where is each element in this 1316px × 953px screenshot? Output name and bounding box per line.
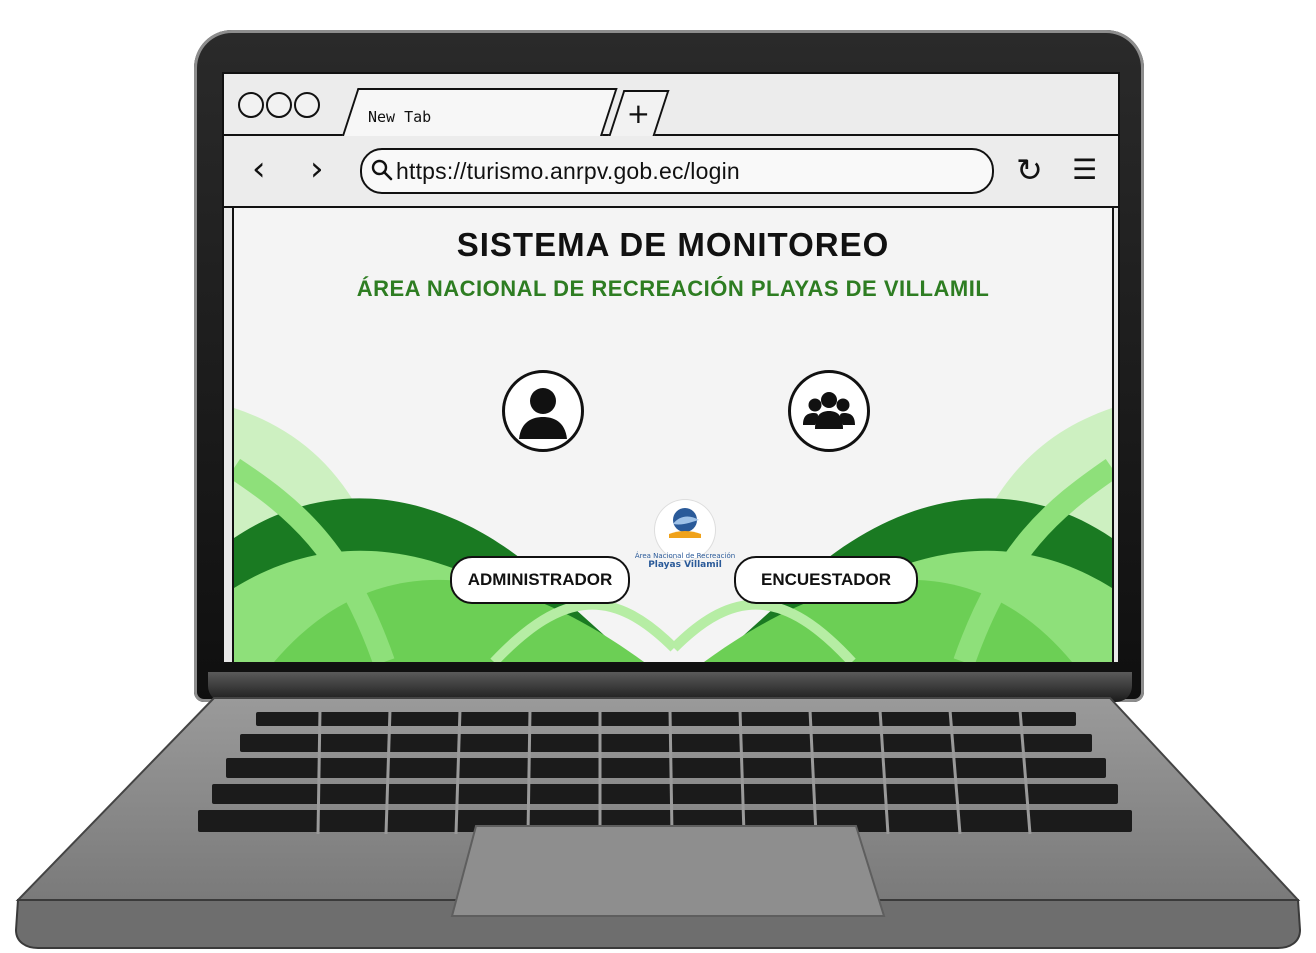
tab-title: New Tab bbox=[368, 108, 432, 126]
window-control-3[interactable] bbox=[294, 92, 320, 118]
user-icon[interactable] bbox=[502, 370, 584, 452]
logo-caption-line2: Playas Villamil bbox=[648, 560, 722, 570]
menu-icon[interactable]: ☰ bbox=[1072, 156, 1097, 184]
administrador-label: ADMINISTRADOR bbox=[467, 570, 613, 589]
reload-icon[interactable]: ↻ bbox=[1016, 154, 1043, 186]
logo-caption: Área Nacional de Recreación Playas Villa… bbox=[629, 552, 741, 570]
encuestador-button[interactable]: ENCUESTADOR bbox=[734, 556, 918, 604]
search-icon bbox=[371, 159, 393, 181]
window-control-2[interactable] bbox=[266, 92, 292, 118]
encuestador-label: ENCUESTADOR bbox=[760, 570, 892, 589]
url-text[interactable]: https://turismo.anrpv.gob.ec/login bbox=[396, 158, 740, 185]
administrador-button[interactable]: ADMINISTRADOR bbox=[450, 556, 630, 604]
forward-button[interactable]: › bbox=[310, 152, 324, 186]
villamil-logo bbox=[655, 500, 715, 560]
laptop-keyboard-deck bbox=[14, 697, 1302, 949]
back-button[interactable]: ‹ bbox=[252, 152, 266, 186]
page-subtitle: ÁREA NACIONAL DE RECREACIÓN PLAYAS DE VI… bbox=[356, 276, 990, 301]
laptop-screen: New Tab + ‹ › https://turismo.anrpv.gob.… bbox=[222, 72, 1120, 664]
plus-icon: + bbox=[626, 97, 651, 130]
page-title: SISTEMA DE MONITOREO bbox=[456, 226, 890, 263]
login-page: SISTEMA DE MONITOREO ÁREA NACIONAL DE RE… bbox=[232, 208, 1114, 662]
users-group-icon[interactable] bbox=[788, 370, 870, 452]
window-control-1[interactable] bbox=[238, 92, 264, 118]
